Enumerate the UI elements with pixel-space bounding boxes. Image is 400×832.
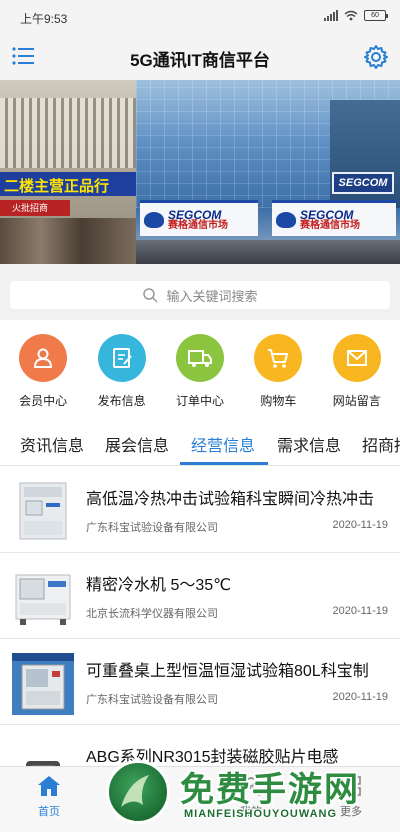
banner-top-sign: SEGCOM	[332, 172, 394, 194]
item-company: 北京长流科学仪器有限公司	[86, 608, 218, 620]
item-company: 广东科宝试验设备有限公司	[86, 522, 218, 534]
watermark-title: 免费手游网	[180, 771, 360, 809]
tab-news[interactable]: 资讯信息	[20, 432, 84, 456]
quick-item-label: 订单中心	[175, 394, 224, 408]
list-item[interactable]: 可重叠桌上型恒温恒湿试验箱80L科宝制 广东科宝试验设备有限公司 2020-11…	[0, 639, 400, 725]
tab-exhibition[interactable]: 展会信息	[105, 432, 169, 456]
search-section: 输入关键词搜索	[0, 264, 400, 320]
page-title: 5G通讯IT商信平台	[130, 51, 270, 70]
item-date: 2020-11-19	[332, 519, 388, 531]
signal-icon	[324, 9, 338, 21]
quick-item-cart[interactable]: 购物车	[242, 334, 314, 416]
list-item[interactable]: 精密冷水机 5～35℃ 北京长流科学仪器有限公司 2020-11-19	[0, 553, 400, 639]
tab-demand[interactable]: 需求信息	[277, 432, 341, 456]
product-thumbnail	[15, 574, 71, 625]
search-placeholder: 输入关键词搜索	[166, 288, 258, 304]
search-input[interactable]: 输入关键词搜索	[10, 281, 390, 309]
item-company: 广东科宝试验设备有限公司	[86, 694, 218, 706]
gear-icon[interactable]	[363, 44, 389, 70]
wifi-icon	[344, 10, 358, 20]
item-title: 可重叠桌上型恒温恒湿试验箱80L科宝制	[86, 663, 369, 680]
status-bar: 上午9:53 60	[0, 0, 400, 34]
watermark-logo-icon	[106, 760, 170, 824]
segcom-logo-icon	[276, 211, 296, 228]
quick-menu: 会员中心 发布信息 订单中心 购物车 网站留言	[0, 320, 400, 416]
banner-red-sign: 火批招商	[0, 200, 70, 216]
banner-carousel[interactable]: 二楼主营正品行 火批招商 SEGCOM SEGCOM 赛格通信市场 SEGCOM…	[0, 80, 400, 264]
quick-item-publish-info[interactable]: 发布信息	[86, 334, 158, 416]
home-icon	[38, 776, 60, 796]
battery-icon: 60	[364, 9, 388, 21]
banner-slide-current: SEGCOM SEGCOM 赛格通信市场 SEGCOM 赛格通信市场	[136, 80, 400, 264]
app-header: 5G通讯IT商信平台	[0, 34, 400, 80]
product-thumbnail	[19, 482, 67, 540]
tab-active-indicator	[180, 462, 268, 465]
item-date: 2020-11-19	[332, 605, 388, 617]
banner-sign: 二楼主营正品行	[0, 172, 136, 196]
status-time: 上午9:53	[20, 12, 68, 26]
watermark: 免费手游网 MIANFEISHOUYOUWANG	[100, 756, 400, 832]
product-thumbnail	[12, 653, 74, 715]
user-icon	[19, 334, 68, 382]
list-item[interactable]: 高低温冷热冲击试验箱科宝瞬间冷热冲击 广东科宝试验设备有限公司 2020-11-…	[0, 467, 400, 553]
quick-item-label: 购物车	[260, 394, 297, 408]
nav-home[interactable]: 首页	[14, 775, 84, 819]
banner-store-sign: SEGCOM 赛格通信市场	[272, 200, 396, 236]
cart-icon	[254, 334, 303, 382]
category-tabs: 资讯信息 展会信息 经营信息 需求信息 招商招	[0, 416, 400, 466]
edit-icon	[97, 334, 146, 382]
item-title: 精密冷水机 5～35℃	[86, 577, 232, 594]
banner-store-sign: SEGCOM 赛格通信市场	[140, 200, 258, 236]
tab-business[interactable]: 经营信息	[191, 432, 255, 456]
quick-item-label: 发布信息	[97, 394, 146, 408]
quick-item-label: 会员中心	[19, 394, 68, 408]
quick-item-member-center[interactable]: 会员中心	[7, 334, 79, 416]
nav-label: 首页	[38, 806, 60, 818]
quick-item-label: 网站留言	[332, 394, 381, 408]
mail-icon	[332, 334, 381, 382]
watermark-subtitle: MIANFEISHOUYOUWANG	[184, 808, 338, 820]
status-indicators: 60	[324, 9, 388, 21]
segcom-logo-icon	[144, 211, 164, 228]
item-title: 高低温冷热冲击试验箱科宝瞬间冷热冲击	[86, 491, 375, 508]
banner-slide-prev: 二楼主营正品行 火批招商	[0, 80, 136, 264]
quick-item-site-message[interactable]: 网站留言	[321, 334, 393, 416]
quick-item-order-center[interactable]: 订单中心	[164, 334, 236, 416]
tab-investment[interactable]: 招商招	[362, 432, 400, 456]
truck-icon	[175, 334, 224, 382]
item-date: 2020-11-19	[332, 691, 388, 703]
search-icon	[143, 288, 159, 303]
